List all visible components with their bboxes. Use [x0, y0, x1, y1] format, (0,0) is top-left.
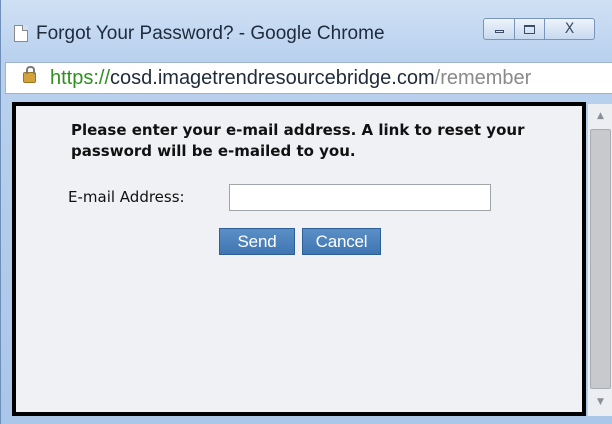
cancel-button[interactable]: Cancel [302, 228, 381, 255]
scroll-up-icon[interactable]: ▲ [588, 106, 612, 126]
send-button[interactable]: Send [219, 228, 295, 255]
url-scheme: https:// [50, 67, 111, 89]
scroll-down-icon[interactable]: ▼ [588, 392, 612, 412]
vertical-scrollbar[interactable]: ▲ ▼ [587, 104, 612, 416]
browser-popup-window: Forgot Your Password? - Google Chrome X … [0, 0, 612, 424]
page-icon [14, 25, 28, 42]
page-content: Please enter your e-mail address. A link… [12, 102, 586, 416]
email-input[interactable] [229, 184, 491, 211]
url-text[interactable]: https://cosd.imagetrendresourcebridge.co… [50, 67, 531, 90]
address-bar[interactable]: https://cosd.imagetrendresourcebridge.co… [5, 62, 612, 94]
window-controls: X [483, 18, 595, 42]
email-label: E-mail Address: [68, 188, 185, 206]
scroll-thumb[interactable] [590, 129, 611, 389]
close-button[interactable]: X [545, 18, 595, 40]
minimize-icon [494, 30, 504, 33]
lock-icon[interactable] [23, 66, 36, 83]
window-title: Forgot Your Password? - Google Chrome [36, 23, 385, 44]
close-icon: X [564, 21, 575, 37]
maximize-button[interactable] [515, 18, 545, 40]
url-host: cosd.imagetrendresourcebridge.com [110, 67, 435, 89]
minimize-button[interactable] [483, 18, 515, 40]
url-path: /remember [434, 67, 532, 89]
instructions-text: Please enter your e-mail address. A link… [71, 121, 525, 160]
maximize-icon [524, 24, 535, 34]
title-bar[interactable]: Forgot Your Password? - Google Chrome X [1, 0, 612, 60]
